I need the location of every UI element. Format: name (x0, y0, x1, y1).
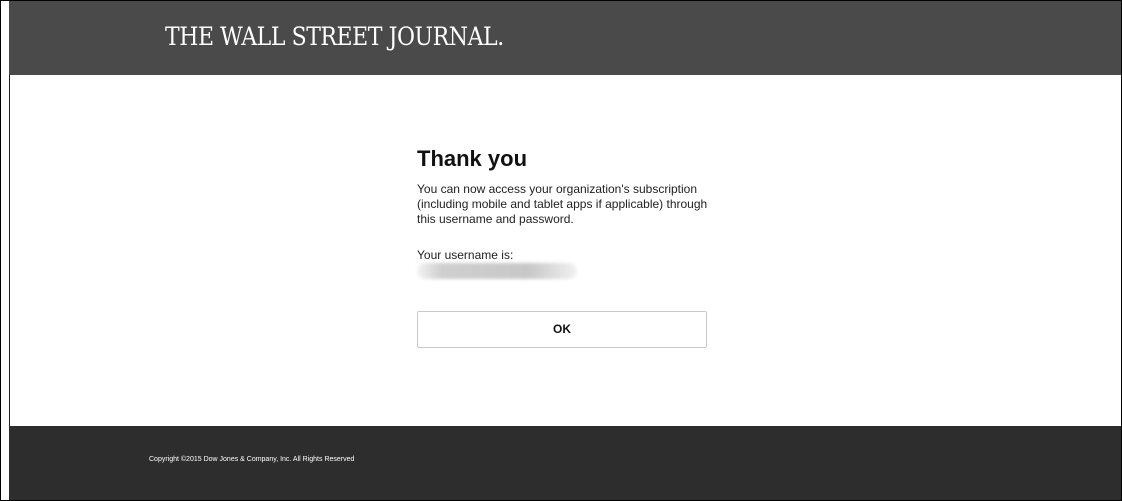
page-frame: THE WALL STREET JOURNAL. Thank you You c… (0, 0, 1122, 501)
site-header: THE WALL STREET JOURNAL. (9, 1, 1121, 75)
ok-button[interactable]: OK (417, 311, 707, 348)
copyright-text: Copyright ©2015 Dow Jones & Company, Inc… (149, 456, 355, 463)
left-divider (9, 75, 10, 426)
confirmation-panel: Thank you You can now access your organi… (417, 146, 717, 279)
confirmation-message: You can now access your organization's s… (417, 182, 708, 226)
wsj-logo[interactable]: THE WALL STREET JOURNAL. (165, 22, 504, 51)
page-title: Thank you (417, 146, 528, 171)
site-footer: Copyright ©2015 Dow Jones & Company, Inc… (9, 426, 1121, 500)
username-value-redacted (417, 263, 577, 279)
username-label: Your username is: (417, 248, 514, 262)
